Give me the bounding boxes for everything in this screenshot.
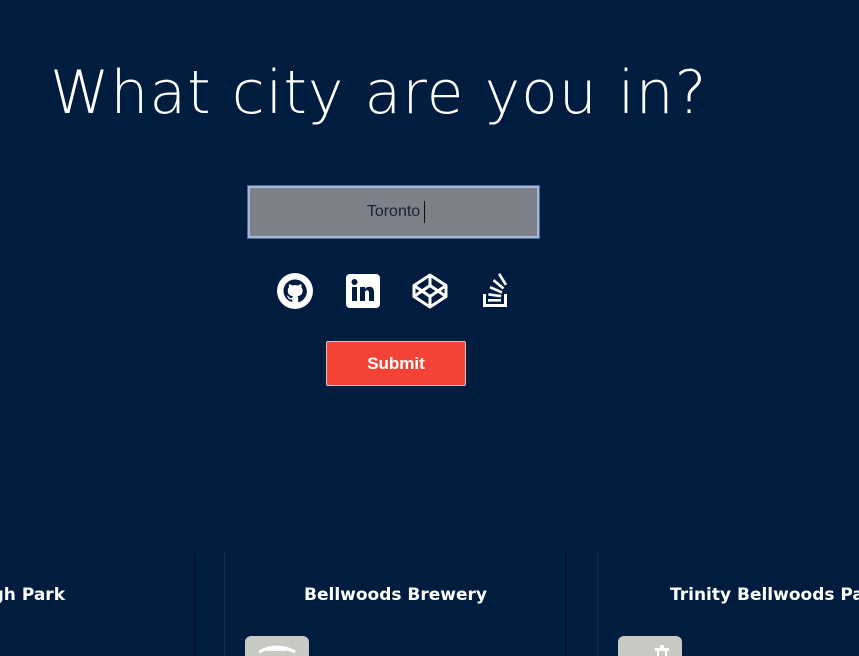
result-card-image <box>618 636 682 656</box>
linkedin-link[interactable] <box>344 272 382 310</box>
page: What city are you in? Toronto Submit h P… <box>0 0 859 656</box>
result-card[interactable]: Bellwoods Brewery <box>224 550 567 656</box>
card-divider <box>565 550 567 656</box>
github-icon <box>277 273 313 309</box>
result-card-title: Bellwoods Brewery <box>304 585 487 605</box>
codepen-link[interactable] <box>411 272 449 310</box>
result-card-image <box>245 636 309 656</box>
result-card-title: gh Park <box>0 585 65 605</box>
result-card-title: Trinity Bellwoods Park <box>670 585 859 605</box>
venue-image-icon <box>258 645 296 654</box>
linkedin-icon <box>346 274 380 308</box>
stackoverflow-link[interactable] <box>477 272 515 310</box>
result-card[interactable]: Trinity Bellwoods Park <box>597 550 859 656</box>
page-title: What city are you in? <box>50 58 708 128</box>
stackoverflow-icon <box>483 273 508 307</box>
result-card[interactable]: gh Park <box>0 550 195 656</box>
city-search-input[interactable] <box>248 186 539 238</box>
submit-button[interactable]: Submit <box>326 341 466 386</box>
text-caret <box>424 201 425 223</box>
card-divider <box>194 550 196 656</box>
github-link[interactable] <box>276 272 314 310</box>
venue-image-icon <box>655 645 669 656</box>
codepen-icon <box>412 273 448 309</box>
